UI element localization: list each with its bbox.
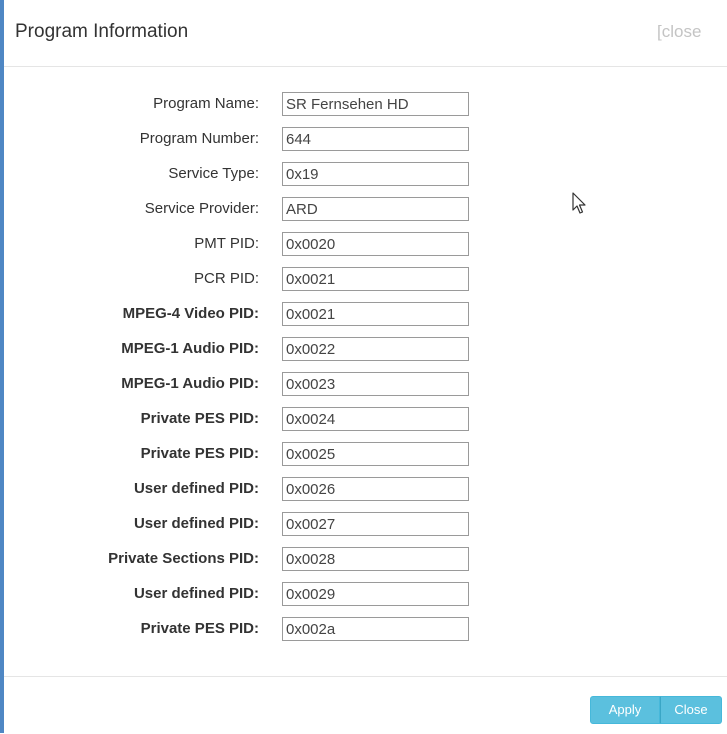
mpeg1-audio-pid-field[interactable]: [282, 372, 469, 396]
private-pes-pid-field[interactable]: [282, 442, 469, 466]
mpeg4-video-pid-field[interactable]: [282, 302, 469, 326]
field-label: User defined PID:: [133, 515, 259, 532]
program-information-dialog: Program Information [close Program Name:…: [0, 0, 727, 733]
user-defined-pid-field[interactable]: [282, 582, 469, 606]
form-row: Service Type:: [0, 162, 727, 186]
form-row: Private PES PID:: [0, 617, 727, 641]
field-label: Service Provider:: [144, 200, 259, 217]
field-label: Private Sections PID:: [108, 550, 259, 567]
program-name-field[interactable]: [282, 92, 469, 116]
form-row: User defined PID:: [0, 582, 727, 606]
form-row: User defined PID:: [0, 512, 727, 536]
form-row: MPEG-4 Video PID:: [0, 302, 727, 326]
user-defined-pid-field[interactable]: [282, 512, 469, 536]
form-row: MPEG-1 Audio PID:: [0, 337, 727, 361]
field-label: MPEG-1 Audio PID:: [121, 375, 259, 392]
form-row: Program Name:: [0, 92, 727, 116]
field-label: PMT PID:: [194, 235, 259, 252]
form-row: Service Provider:: [0, 197, 727, 221]
private-pes-pid-field[interactable]: [282, 407, 469, 431]
form-row: PCR PID:: [0, 267, 727, 291]
program-number-field[interactable]: [282, 127, 469, 151]
mpeg1-audio-pid-field[interactable]: [282, 337, 469, 361]
apply-button[interactable]: Apply: [590, 696, 660, 724]
dialog-title: Program Information: [15, 21, 189, 42]
field-label: Program Number:: [139, 130, 259, 147]
form-row: Private PES PID:: [0, 442, 727, 466]
private-sections-pid-field[interactable]: [282, 547, 469, 571]
form-row: Private Sections PID:: [0, 547, 727, 571]
close-button[interactable]: Close: [660, 696, 722, 724]
field-label: User defined PID:: [133, 480, 259, 497]
field-label: Private PES PID:: [140, 620, 259, 637]
field-label: Program Name:: [153, 95, 259, 112]
dialog-header: Program Information [close: [4, 0, 727, 67]
pmt-pid-field[interactable]: [282, 232, 469, 256]
service-type-field[interactable]: [282, 162, 469, 186]
field-label: Service Type:: [168, 165, 259, 182]
form-row: PMT PID:: [0, 232, 727, 256]
field-label: MPEG-1 Audio PID:: [121, 340, 259, 357]
form-row: Private PES PID:: [0, 407, 727, 431]
form-row: User defined PID:: [0, 477, 727, 501]
field-label: User defined PID:: [133, 585, 259, 602]
user-defined-pid-field[interactable]: [282, 477, 469, 501]
form-row: MPEG-1 Audio PID:: [0, 372, 727, 396]
pcr-pid-field[interactable]: [282, 267, 469, 291]
form-row: Program Number:: [0, 127, 727, 151]
private-pes-pid-field[interactable]: [282, 617, 469, 641]
close-link[interactable]: [close: [657, 22, 701, 42]
dialog-footer: Apply Close: [4, 676, 727, 734]
service-provider-field[interactable]: [282, 197, 469, 221]
footer-button-group: Apply Close: [590, 696, 722, 724]
field-label: PCR PID:: [193, 270, 259, 287]
field-label: Private PES PID:: [140, 445, 259, 462]
mouse-pointer-icon: [572, 192, 586, 214]
field-label: Private PES PID:: [140, 410, 259, 427]
field-label: MPEG-4 Video PID:: [122, 305, 259, 322]
